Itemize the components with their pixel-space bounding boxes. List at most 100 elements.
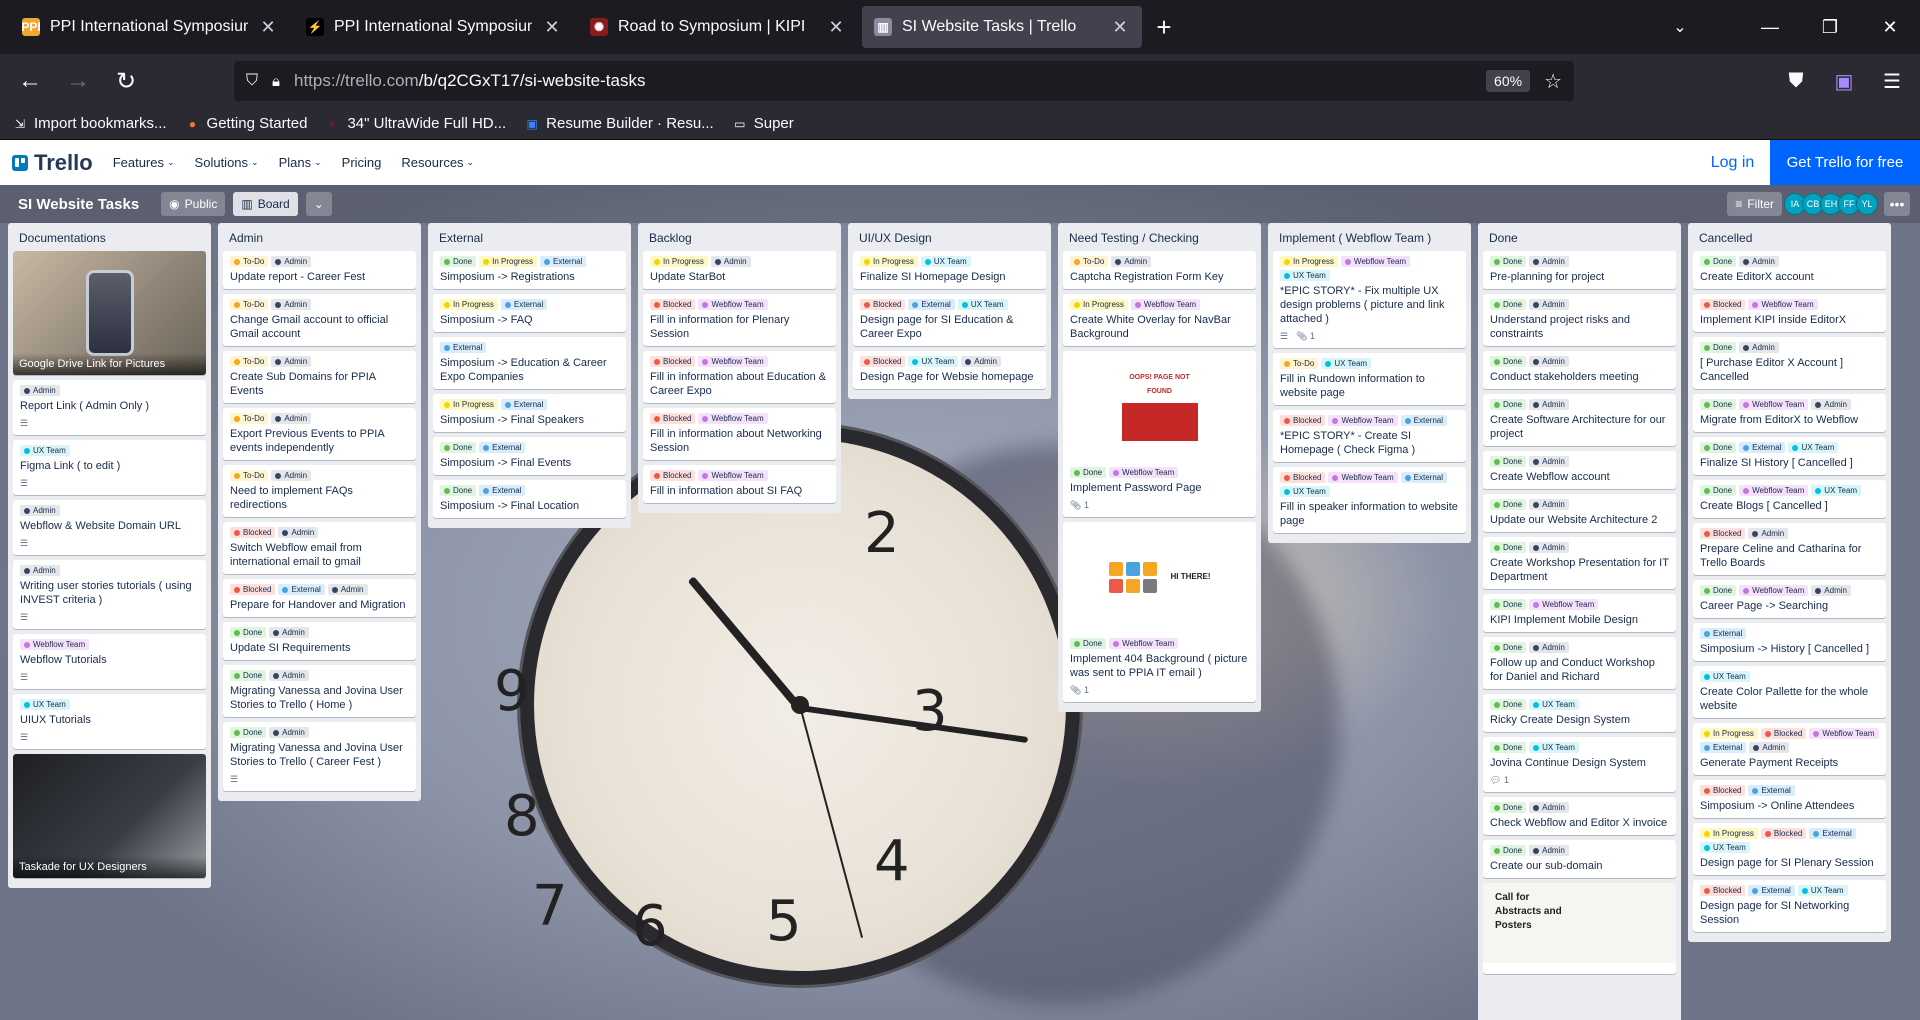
card-label[interactable]: Webflow Team xyxy=(1739,585,1809,596)
card-label[interactable]: Blocked xyxy=(1700,528,1746,539)
card-label[interactable]: Admin xyxy=(20,565,60,576)
list-card[interactable]: UX Team Figma Link ( to edit ) ☰ xyxy=(13,440,206,495)
card-label[interactable]: Done xyxy=(1490,299,1527,310)
card-label[interactable]: UX Team xyxy=(1529,742,1579,753)
new-tab-button[interactable]: + xyxy=(1144,0,1184,54)
card-label[interactable]: Done xyxy=(1700,485,1737,496)
card-label[interactable]: In Progress xyxy=(1700,828,1758,839)
trello-menu-item[interactable]: Solutions ⌄ xyxy=(195,155,259,170)
card-label[interactable]: UX Team xyxy=(1811,485,1862,496)
card-label[interactable]: Admin xyxy=(20,505,60,516)
list-card[interactable]: Done Admin Follow up and Conduct Workshop … xyxy=(1483,637,1676,689)
card-label[interactable]: UX Team xyxy=(1529,699,1579,710)
card-label[interactable]: Blocked xyxy=(650,470,696,481)
list-card[interactable]: Done External Simposium -> Final Location xyxy=(433,480,626,518)
card-label[interactable]: Blocked xyxy=(1760,828,1807,839)
card-label[interactable]: Admin xyxy=(1529,499,1569,510)
login-button[interactable]: Log in xyxy=(1695,140,1770,185)
card-label[interactable]: To-Do xyxy=(230,470,269,481)
list-card[interactable]: Done Webflow Team UX Team Create Blogs [ Ca… xyxy=(1693,480,1886,518)
card-label[interactable]: Webflow Team xyxy=(1748,299,1818,310)
bookmark-item[interactable]: ▣ Resume Builder · Resu... xyxy=(524,115,713,132)
list-title[interactable]: Cancelled xyxy=(1693,223,1886,251)
card-label[interactable]: Webflow Team xyxy=(1340,256,1411,267)
card-label[interactable]: External xyxy=(1748,885,1795,896)
list-title[interactable]: UI/UX Design xyxy=(853,223,1046,251)
card-label[interactable]: Done xyxy=(230,727,267,738)
list-card[interactable]: Blocked Webflow Team Fill in information a… xyxy=(643,408,836,460)
card-label[interactable]: Admin xyxy=(1529,356,1569,367)
card-label[interactable]: UX Team xyxy=(1700,842,1750,853)
card-label[interactable]: Webflow Team xyxy=(1130,299,1201,310)
list-card[interactable]: Webflow Team Webflow Tutorials ☰ xyxy=(13,634,206,689)
forward-button[interactable]: → xyxy=(58,61,98,101)
card-label[interactable]: Done xyxy=(1490,642,1527,653)
card-label[interactable]: Webflow Team xyxy=(698,356,768,367)
url-bar[interactable]: ⛉ 🔒︎ https://trello.com/b/q2CGxT17/si-we… xyxy=(234,61,1574,101)
list-card[interactable]: External Simposium -> History [ Cancelled… xyxy=(1693,623,1886,661)
card-label[interactable]: Blocked xyxy=(860,356,906,367)
list-card[interactable]: To-Do Admin Change Gmail account to offici… xyxy=(223,294,416,346)
show-menu-button[interactable]: ••• xyxy=(1884,192,1910,216)
photo-card[interactable]: Google Drive Link for Pictures xyxy=(13,251,206,375)
card-label[interactable]: Blocked xyxy=(230,527,276,538)
card-label[interactable]: Admin xyxy=(271,470,312,481)
trello-menu-item[interactable]: Features ⌄ xyxy=(113,155,175,170)
card-label[interactable]: Webflow Team xyxy=(1739,485,1809,496)
list-card[interactable]: Done In Progress External Simposium -> Regi… xyxy=(433,251,626,289)
card-label[interactable]: UX Team xyxy=(1797,885,1848,896)
board-view-button[interactable]: ▥ Board xyxy=(233,192,298,216)
card-label[interactable]: External xyxy=(278,584,325,595)
card-label[interactable]: Admin xyxy=(1748,528,1789,539)
extension-icon[interactable]: ▣ xyxy=(1826,63,1862,99)
menu-icon[interactable]: ☰ xyxy=(1874,63,1910,99)
lock-icon[interactable]: 🔒︎ xyxy=(272,73,280,90)
card-label[interactable]: Done xyxy=(1070,638,1107,649)
list-card[interactable]: To-Do Admin Export Previous Events to PPIA… xyxy=(223,408,416,460)
bookmark-item[interactable]: ◐ 34" UltraWide Full HD... xyxy=(325,115,506,132)
trello-menu-item[interactable]: Plans ⌄ xyxy=(279,155,322,170)
card-label[interactable]: Webflow Team xyxy=(1328,415,1398,426)
card-label[interactable]: UX Team xyxy=(20,445,70,456)
list-card[interactable]: Done Admin Pre-planning for project xyxy=(1483,251,1676,289)
list-title[interactable]: Admin xyxy=(223,223,416,251)
card-label[interactable]: Done xyxy=(1490,542,1527,553)
list-card[interactable]: Blocked Webflow Team External *EPIC STORY* … xyxy=(1273,410,1466,462)
card-label[interactable]: Webflow Team xyxy=(698,470,768,481)
card-label[interactable]: Webflow Team xyxy=(1809,728,1879,739)
card-label[interactable]: Done xyxy=(230,670,267,681)
list-title[interactable]: Documentations xyxy=(13,223,206,251)
list-card[interactable]: UX Team Create Color Pallette for the who… xyxy=(1693,666,1886,718)
list-card[interactable]: Done Admin [ Purchase Editor X Account ] C… xyxy=(1693,337,1886,389)
trello-menu-item[interactable]: Pricing xyxy=(342,155,382,170)
list-card[interactable]: Done Admin Create Workshop Presentation fo… xyxy=(1483,537,1676,589)
card-label[interactable]: In Progress xyxy=(1280,256,1338,267)
list-card[interactable]: Admin Report Link ( Admin Only ) ☰ xyxy=(13,380,206,435)
card-label[interactable]: Blocked xyxy=(650,299,696,310)
view-switcher-button[interactable]: ⌄ xyxy=(305,192,332,216)
card-label[interactable]: External xyxy=(500,399,548,410)
card-label[interactable]: Admin xyxy=(271,256,312,267)
list-card[interactable]: In Progress Blocked External UX Team Design … xyxy=(1693,823,1886,875)
card-label[interactable]: Admin xyxy=(271,299,312,310)
browser-tab[interactable]: ▥ SI Website Tasks | Trello ✕ xyxy=(862,6,1142,48)
list-card[interactable]: Blocked External Simposium -> Online Atten… xyxy=(1693,780,1886,818)
card-label[interactable]: Done xyxy=(1700,342,1737,353)
browser-tab[interactable]: PPI PPI International Symposium ✕ xyxy=(10,6,290,48)
card-label[interactable]: Webflow Team xyxy=(20,639,90,650)
pocket-icon[interactable]: ⛊ xyxy=(1778,63,1814,99)
card-label[interactable]: Done xyxy=(1490,256,1527,267)
card-label[interactable]: Done xyxy=(1490,399,1527,410)
card-label[interactable]: Admin xyxy=(1529,299,1569,310)
card-label[interactable]: Done xyxy=(1490,742,1527,753)
list-title[interactable]: Done xyxy=(1483,223,1676,251)
card-label[interactable]: Done xyxy=(1490,599,1527,610)
card-label[interactable]: UX Team xyxy=(957,299,1008,310)
list-card[interactable]: Blocked Admin Prepare Celine and Catharina… xyxy=(1693,523,1886,575)
card-label[interactable]: In Progress xyxy=(1070,299,1128,310)
card-label[interactable]: External xyxy=(540,256,587,267)
list-title[interactable]: Implement ( Webflow Team ) xyxy=(1273,223,1466,251)
card-label[interactable]: External xyxy=(1400,415,1447,426)
list-card[interactable]: To-Do Admin Create Sub Domains for PPIA Ev… xyxy=(223,351,416,403)
card-label[interactable]: Webflow Team xyxy=(1739,399,1809,410)
